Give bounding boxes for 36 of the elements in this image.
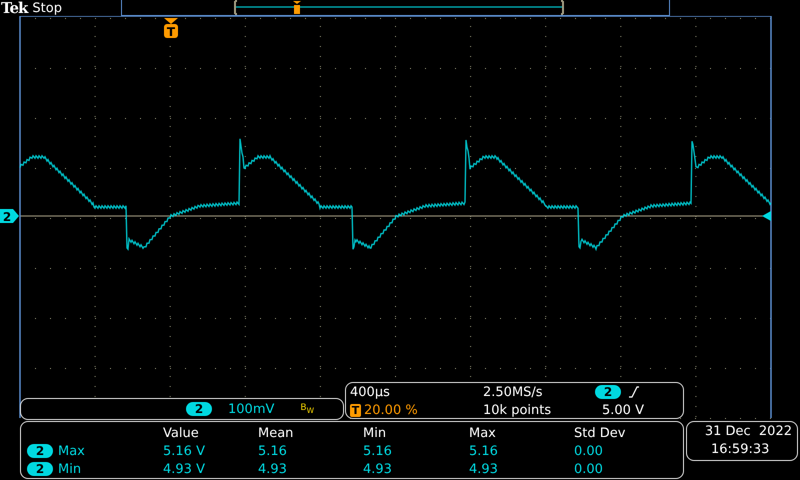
brand-logo: Tek — [1, 0, 28, 17]
measurement-name: Max — [58, 444, 85, 458]
channel-badge: 2 — [27, 444, 53, 458]
table-cell-text: 5.16 — [469, 444, 499, 458]
trigger-source-badge: 2 — [595, 385, 621, 399]
table-cell-text: 5.16 — [363, 444, 393, 458]
horizontal-scale: 400µs — [350, 384, 391, 400]
date-text: 31 Dec 2022 — [704, 423, 792, 441]
table-cell-text: 5.16 V — [163, 444, 206, 458]
table-cell-text: 4.93 — [469, 462, 499, 476]
table-cell-text: 4.93 — [258, 462, 288, 476]
vertical-scale: 100mV — [228, 402, 274, 416]
table-cell-text: 5.16 — [258, 444, 288, 458]
sample-rate: 2.50MS/s — [483, 384, 544, 400]
table-cell-text: 0.00 — [574, 462, 604, 476]
column-header: Mean — [258, 426, 294, 440]
acquisition-status: Stop — [32, 0, 62, 16]
table-cell-text: 4.93 V — [163, 462, 206, 476]
column-header: Value — [163, 426, 200, 440]
column-header: Std Dev — [574, 426, 626, 440]
channel-offset-marker: 2 — [0, 209, 19, 224]
column-header: Max — [469, 426, 497, 440]
table-cell-text: 4.93 — [363, 462, 393, 476]
table-cell-text: 0.00 — [574, 444, 604, 458]
record-length: 10k points — [483, 402, 552, 418]
trigger-level-marker — [762, 211, 771, 221]
trigger-icon: T — [350, 404, 361, 416]
trigger-position: 20.00 % — [364, 402, 418, 418]
channel-badge: 2 — [27, 462, 53, 476]
column-header: Min — [363, 426, 388, 440]
channel-badge: 2 — [186, 402, 212, 416]
bandwidth-limit-indicator: B$_{W}$ — [300, 403, 314, 415]
measurement-name: Min — [58, 462, 82, 476]
rising-edge-icon — [629, 386, 639, 398]
trigger-level: 5.00 V — [602, 402, 645, 418]
time-text: 16:59:33 — [711, 441, 770, 459]
